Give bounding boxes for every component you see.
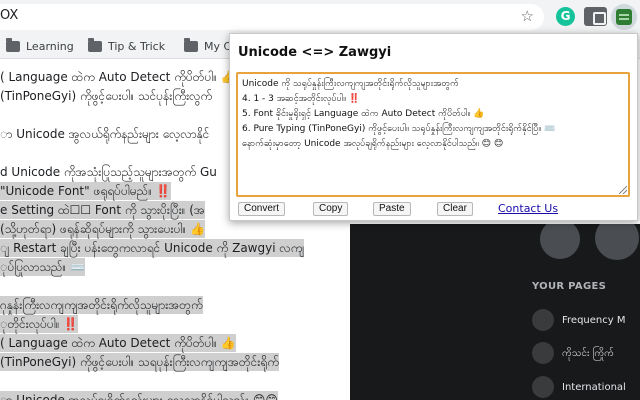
page-item[interactable]: Frequency M [532,309,625,331]
bookmark-folder-learning[interactable]: Learning [6,37,74,54]
camera-extension-icon[interactable] [588,7,607,26]
textarea-line: Unicode ကို သရုပ်နှုန်းကြီးလကျကျအတိုင်းရ… [242,79,459,89]
post-text-line: "Unicode Font" ဖရုရပ်ပါမည်။ ‼️ [0,182,171,200]
unicode-zawgyi-extension-icon[interactable] [611,4,637,30]
popup-title: Unicode <=> Zawgyi [238,45,392,60]
page-item[interactable]: ကိုသင်း ကြိုက် [532,342,614,364]
post-text-line: ( Language ထဲက Auto Detect ကိုပိတ်ပါ။ 👍 [0,334,236,352]
post-text-line: ဂုနှုန်းကြီးလကျကျအတိုင်းရိုက်လိုသူများအတ… [0,296,203,314]
post-text-line: ( Language ထဲက Auto Detect ကိုပိတ်ပါ။ 👍 [0,70,236,84]
clear-button[interactable]: Clear [437,202,473,216]
post-text-line: d Unicode ကိုအသုံးပြုသည့်သူများအတွက် Gu [0,165,217,179]
resize-grip-icon[interactable] [619,186,627,194]
page-item[interactable]: International [532,376,626,398]
contact-us-link[interactable]: Contact Us [498,202,558,215]
post-text-line: ုတိုင်းလုပ်ပါ။ ‼️ [0,315,79,333]
textarea-line: 6. Pure Typing (TinPoneGyi) ကိုဖွင့်ပေးပ… [242,124,556,134]
post-text-line: (TinPoneGyi) ကိုဖွင့်ပေးပါ။ သင်ပုန်းကြီး… [0,89,213,103]
page-avatar [532,309,554,331]
textarea-line: နောက်ဆုံးမှာတော့ Unicode အလုပ်ချရိုက်နည်… [242,139,504,149]
post-text-line: ုပ်ပြုလာသည်။ ⌨️ [0,258,85,276]
post-text-line: ျ Restart ချပြီး ပန်းတွေကလာရင် Unicode က… [0,239,305,257]
browser-toolbar: OX ☆ G [0,0,640,33]
avatar[interactable] [540,224,580,259]
grammarly-icon[interactable]: G [556,7,575,26]
avatar[interactable] [595,224,639,260]
convert-button[interactable]: Convert [238,202,286,216]
post-text-line: e Setting ထဲ☐☐ Font ကို သွားပိုးပြီး။ (အ [0,201,205,219]
folder-icon [6,37,20,52]
copy-button[interactable]: Copy [313,202,349,216]
page-avatar [532,376,554,398]
page-avatar [532,342,554,364]
your-pages-title: YOUR PAGES [532,281,607,292]
address-bar-url: OX [0,8,19,23]
bookmark-folder-my-c[interactable]: My C [184,37,231,54]
conversion-textarea[interactable]: Unicode ကို သရုပ်နှုန်းကြီးလကျကျအတိုင်းရ… [236,72,630,197]
folder-icon [184,37,198,52]
post-text-line: (TinPoneGyi) ကိုဖွင့်ပေးပါ။ သရပုန်းကြီးလ… [0,353,279,371]
unicode-zawgyi-popup: Unicode <=> Zawgyi Unicode ကို သရုပ်နှုန… [229,33,638,221]
bookmark-star-icon[interactable]: ☆ [521,7,534,25]
folder-icon [88,37,102,52]
paste-button[interactable]: Paste [373,202,411,216]
post-text-line: (သို့ဟုတ်ရာ) ဖရုန်ဆိုရပ်များကို သွားပေးပ… [0,220,205,238]
textarea-line: 4. 1 - 3 အဆင့်အတိုင်းလုပ်ပါ။ ‼️ [242,94,361,104]
facebook-right-panel: YOUR PAGES Frequency M ကိုသင်း ကြိုက် In… [350,224,640,400]
address-bar[interactable]: OX ☆ [0,4,544,30]
post-text-line: ာ Unicode အလုပ်ချရိုက်နည်းများ လေ့လာနိုင… [0,391,278,400]
textarea-line: 5. Font ခိုင်းမှုရိုးရှင့် Language ထဲက … [242,109,485,119]
bookmark-folder-tip-trick[interactable]: Tip & Trick [88,37,165,54]
post-text-line: ာ Unicode အွလယ်ရိုက်နည်းများ လေ့လာနိုင် [0,127,210,141]
